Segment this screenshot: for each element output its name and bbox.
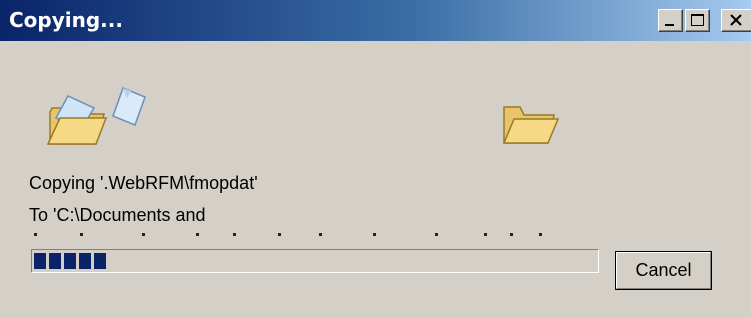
source-folder-icon <box>46 95 108 145</box>
copy-source-text: Copying '.WebRFM\fmopdat' <box>29 173 258 193</box>
progress-block <box>34 253 46 269</box>
close-button[interactable] <box>721 9 751 32</box>
window-title: Copying... <box>9 8 123 32</box>
maximize-button[interactable] <box>685 9 710 32</box>
progress-block <box>49 253 61 269</box>
document-icon <box>112 87 146 126</box>
minimize-icon <box>665 24 674 26</box>
destination-folder-icon <box>502 106 560 144</box>
title-bar[interactable]: Copying... <box>0 0 751 41</box>
clipped-text-fragment <box>22 233 552 237</box>
minimize-button[interactable] <box>658 9 683 32</box>
close-icon <box>730 14 742 26</box>
progress-block <box>64 253 76 269</box>
copy-progress-bar <box>31 249 599 273</box>
maximize-icon <box>691 14 704 26</box>
progress-block <box>79 253 91 269</box>
progress-block <box>94 253 106 269</box>
copy-dialog: Copying... Copying '.WebRFM\fmopdat' To … <box>0 0 751 318</box>
copy-destination-text: To 'C:\Documents and <box>29 205 206 225</box>
cancel-button[interactable]: Cancel <box>615 251 712 290</box>
